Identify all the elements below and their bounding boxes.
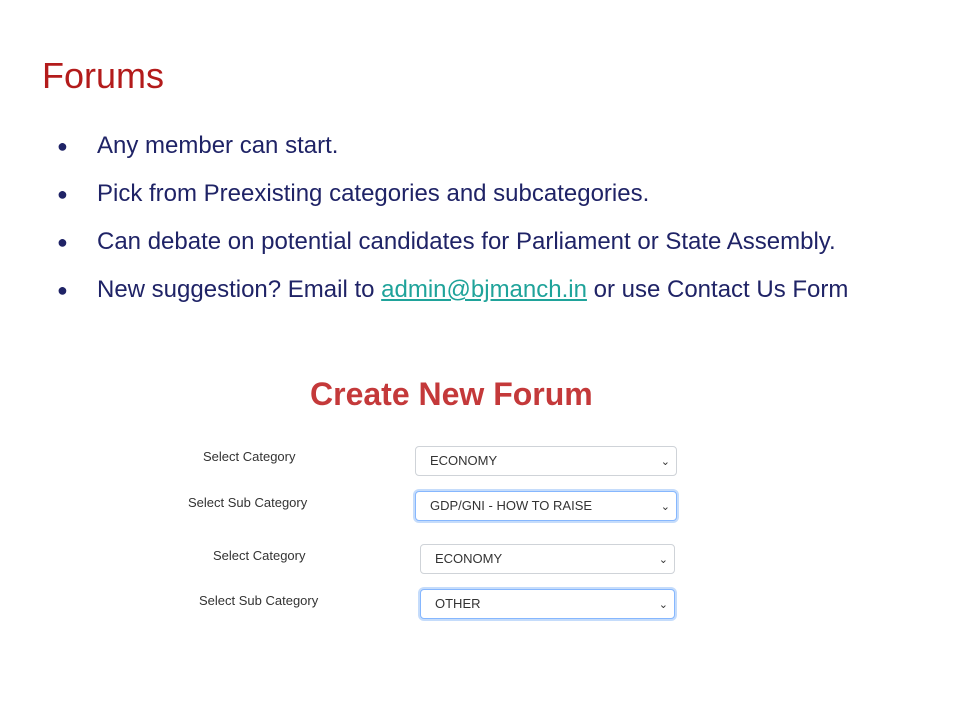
sub-category-label: Select Sub Category — [188, 495, 308, 510]
chevron-down-icon: ⌄ — [658, 554, 668, 566]
bullet-item: ● Pick from Preexisting categories and s… — [0, 170, 960, 218]
category-select-value: ECONOMY — [435, 551, 503, 566]
category-select-value: ECONOMY — [430, 453, 498, 468]
bullet-list: ● Any member can start. ● Pick from Pree… — [0, 122, 960, 314]
bullet-dot-icon: ● — [57, 184, 68, 204]
bullet-dot-icon: ● — [57, 232, 68, 252]
admin-email-link[interactable]: admin@bjmanch.in — [381, 276, 587, 303]
sub-category-label: Select Sub Category — [199, 593, 319, 608]
category-label: Select Category — [203, 449, 296, 464]
slide-title: Forums — [42, 55, 165, 96]
sub-category-select[interactable]: GDP/GNI - HOW TO RAISE ⌄ — [415, 491, 677, 521]
category-select[interactable]: ECONOMY ⌄ — [415, 446, 677, 476]
bullet-item: ● Can debate on potential candidates for… — [0, 218, 960, 266]
sub-category-select-value: OTHER — [435, 596, 481, 611]
chevron-down-icon: ⌄ — [660, 456, 670, 468]
sub-category-select[interactable]: OTHER ⌄ — [420, 589, 675, 619]
category-select[interactable]: ECONOMY ⌄ — [420, 544, 675, 574]
chevron-down-icon: ⌄ — [660, 501, 670, 513]
bullet-item: ● Any member can start. — [0, 122, 960, 170]
bullet-dot-icon: ● — [57, 136, 68, 156]
bullet-item: ● New suggestion? Email to admin@bjmanch… — [0, 266, 960, 314]
bullet-text-before: New suggestion? Email to — [97, 276, 382, 303]
bullet-dot-icon: ● — [57, 280, 68, 300]
bullet-text: Can debate on potential candidates for P… — [97, 228, 836, 255]
bullet-text-after: or use Contact Us Form — [586, 276, 849, 303]
bullet-text: Pick from Preexisting categories and sub… — [97, 180, 650, 207]
category-label: Select Category — [213, 548, 306, 563]
bullet-text: Any member can start. — [97, 132, 339, 159]
chevron-down-icon: ⌄ — [658, 599, 668, 611]
create-forum-heading: Create New Forum — [310, 376, 593, 412]
sub-category-select-value: GDP/GNI - HOW TO RAISE — [430, 498, 593, 513]
